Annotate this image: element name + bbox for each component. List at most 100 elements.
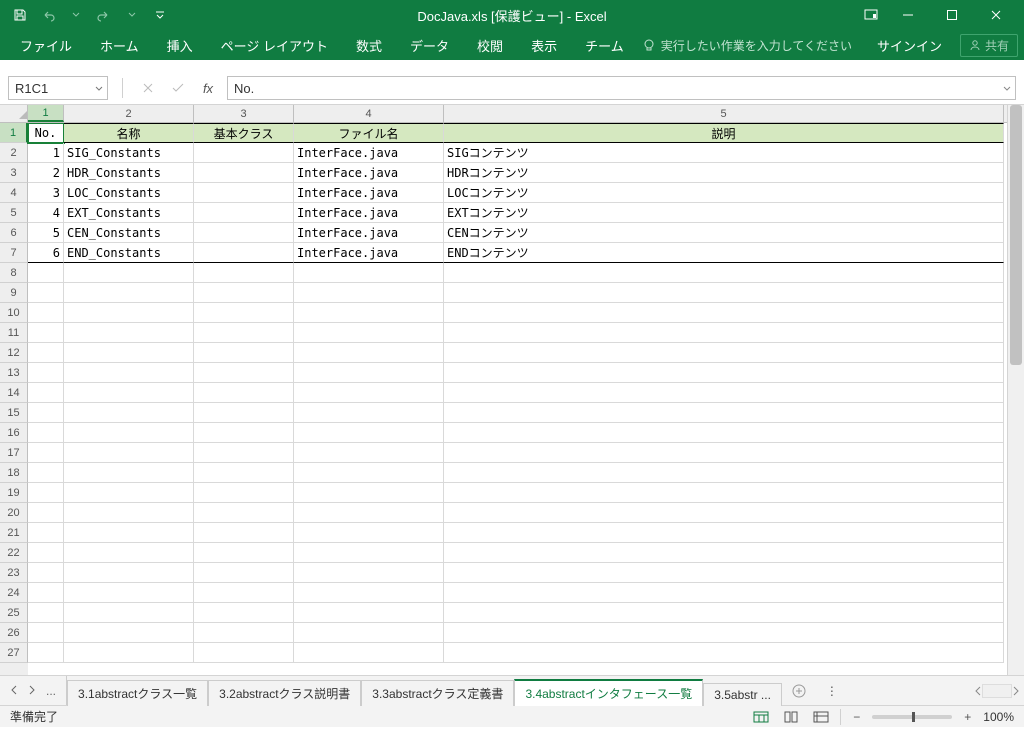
cell[interactable] <box>194 343 294 363</box>
cell[interactable]: 名称 <box>64 123 194 143</box>
cell[interactable] <box>64 283 194 303</box>
tab-home[interactable]: ホーム <box>86 31 153 59</box>
cell[interactable] <box>64 643 194 663</box>
cell[interactable]: 5 <box>28 223 64 243</box>
row-header-9[interactable]: 9 <box>0 283 28 303</box>
cell[interactable] <box>194 543 294 563</box>
row-header-4[interactable]: 4 <box>0 183 28 203</box>
cell[interactable] <box>28 563 64 583</box>
row-header-21[interactable]: 21 <box>0 523 28 543</box>
cell[interactable] <box>28 443 64 463</box>
sheet-tab[interactable]: 3.4abstractインタフェース一覧 <box>514 679 703 706</box>
cell[interactable] <box>194 463 294 483</box>
cell[interactable]: 3 <box>28 183 64 203</box>
cell[interactable] <box>64 263 194 283</box>
cell[interactable] <box>28 403 64 423</box>
cell[interactable] <box>294 443 444 463</box>
cell[interactable] <box>294 483 444 503</box>
row-header-10[interactable]: 10 <box>0 303 28 323</box>
cell[interactable] <box>294 563 444 583</box>
cell[interactable] <box>194 623 294 643</box>
name-box[interactable]: R1C1 <box>8 76 108 100</box>
cell[interactable] <box>28 503 64 523</box>
cell[interactable]: ファイル名 <box>294 123 444 143</box>
sheet-tab[interactable]: 3.3abstractクラス定義書 <box>361 680 514 706</box>
cell[interactable] <box>194 143 294 163</box>
maximize-button[interactable] <box>930 0 974 30</box>
cell[interactable]: No. <box>28 123 64 143</box>
cell[interactable] <box>294 423 444 443</box>
cell[interactable] <box>194 643 294 663</box>
column-header-5[interactable]: 5 <box>444 105 1004 122</box>
normal-view-button[interactable] <box>750 708 772 726</box>
cell[interactable] <box>294 283 444 303</box>
row-header-23[interactable]: 23 <box>0 563 28 583</box>
scrollbar-thumb[interactable] <box>1010 105 1022 365</box>
cell[interactable] <box>64 343 194 363</box>
cell[interactable] <box>194 503 294 523</box>
cell[interactable] <box>294 623 444 643</box>
cell[interactable] <box>294 263 444 283</box>
cell[interactable] <box>444 383 1004 403</box>
tab-file[interactable]: ファイル <box>6 31 86 59</box>
row-header-6[interactable]: 6 <box>0 223 28 243</box>
cell[interactable] <box>444 263 1004 283</box>
cell[interactable] <box>64 443 194 463</box>
cell[interactable] <box>294 383 444 403</box>
cell[interactable] <box>28 423 64 443</box>
row-header-15[interactable]: 15 <box>0 403 28 423</box>
cell[interactable] <box>64 463 194 483</box>
row-header-5[interactable]: 5 <box>0 203 28 223</box>
cell[interactable] <box>64 323 194 343</box>
cell[interactable] <box>194 363 294 383</box>
zoom-in-button[interactable]: + <box>960 710 975 724</box>
qat-customize[interactable] <box>146 2 174 28</box>
cell[interactable] <box>194 603 294 623</box>
row-header-16[interactable]: 16 <box>0 423 28 443</box>
cell[interactable] <box>444 503 1004 523</box>
ribbon-display-options[interactable] <box>856 1 886 29</box>
row-header-18[interactable]: 18 <box>0 463 28 483</box>
cell[interactable] <box>194 523 294 543</box>
cells-area[interactable]: No.名称基本クラスファイル名説明1SIG_ConstantsInterFace… <box>28 123 1007 675</box>
tab-view[interactable]: 表示 <box>517 31 571 59</box>
row-header-26[interactable]: 26 <box>0 623 28 643</box>
undo-button[interactable] <box>34 2 62 28</box>
cell[interactable] <box>444 363 1004 383</box>
cell[interactable] <box>194 483 294 503</box>
cell[interactable] <box>194 403 294 423</box>
sheet-prev-button[interactable] <box>6 684 22 698</box>
cell[interactable]: SIGコンテンツ <box>444 143 1004 163</box>
sheet-tab[interactable]: 3.1abstractクラス一覧 <box>67 680 208 706</box>
tab-review[interactable]: 校閲 <box>463 31 517 59</box>
cell[interactable]: CENコンテンツ <box>444 223 1004 243</box>
tab-formulas[interactable]: 数式 <box>342 31 396 59</box>
cell[interactable] <box>294 583 444 603</box>
cell[interactable] <box>64 303 194 323</box>
cell[interactable]: LOCコンテンツ <box>444 183 1004 203</box>
cell[interactable]: CEN_Constants <box>64 223 194 243</box>
cell[interactable]: InterFace.java <box>294 143 444 163</box>
cell[interactable] <box>444 323 1004 343</box>
column-header-2[interactable]: 2 <box>64 105 194 122</box>
cell[interactable] <box>64 423 194 443</box>
cell[interactable]: 1 <box>28 143 64 163</box>
cell[interactable] <box>28 363 64 383</box>
zoom-out-button[interactable]: − <box>849 710 864 724</box>
cell[interactable]: 2 <box>28 163 64 183</box>
row-header-19[interactable]: 19 <box>0 483 28 503</box>
cell[interactable] <box>294 603 444 623</box>
sheet-tab[interactable]: 3.2abstractクラス説明書 <box>208 680 361 706</box>
cell[interactable] <box>194 203 294 223</box>
cell[interactable] <box>294 543 444 563</box>
cell[interactable] <box>194 263 294 283</box>
cell[interactable] <box>28 263 64 283</box>
cell[interactable] <box>64 583 194 603</box>
cell[interactable] <box>64 523 194 543</box>
row-header-17[interactable]: 17 <box>0 443 28 463</box>
cell[interactable] <box>194 243 294 263</box>
cell[interactable] <box>194 183 294 203</box>
formula-input[interactable]: No. <box>227 76 1016 100</box>
cell[interactable] <box>28 483 64 503</box>
undo-dropdown[interactable] <box>62 2 90 28</box>
